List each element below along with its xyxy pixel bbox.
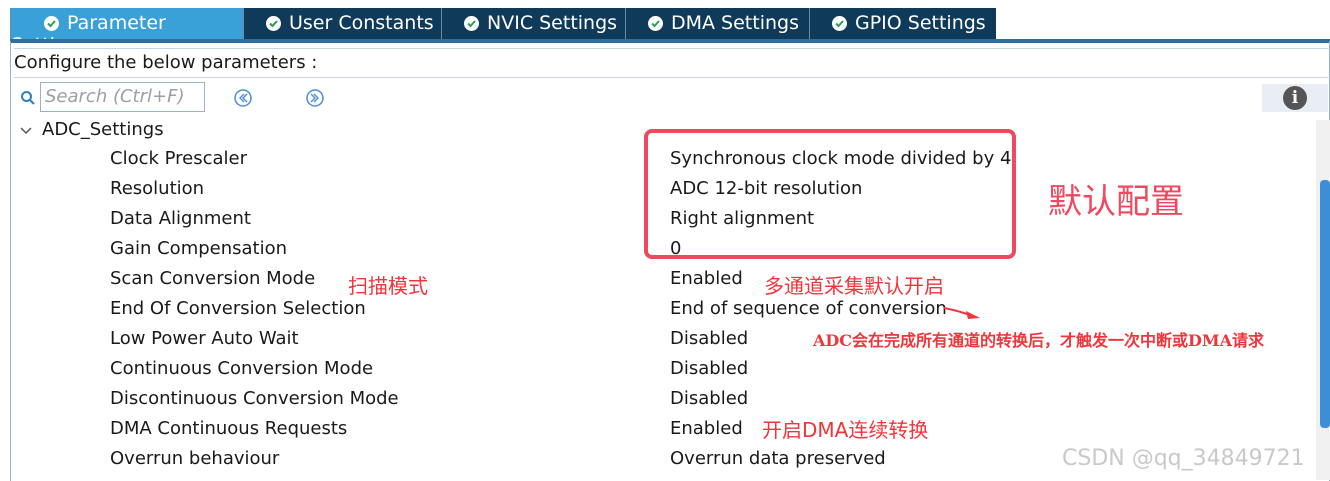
param-value[interactable]: Enabled bbox=[670, 264, 743, 294]
param-name: Discontinuous Conversion Mode bbox=[110, 388, 399, 409]
param-row[interactable]: Continuous Conversion Mode Disabled bbox=[0, 354, 1318, 384]
tab-label: DMA Settings bbox=[671, 12, 799, 34]
annotation-scan-mode: 扫描模式 bbox=[348, 274, 428, 298]
param-name: End Of Conversion Selection bbox=[110, 298, 366, 319]
annotation-default-config: 默认配置 bbox=[1048, 182, 1184, 222]
tab-label: GPIO Settings bbox=[855, 12, 986, 34]
annotation-eoc-note: ADC会在完成所有通道的转换后，才触发一次中断或DMA请求 bbox=[813, 331, 1265, 350]
chevron-down-icon bbox=[20, 119, 38, 143]
previous-match-icon[interactable] bbox=[233, 88, 253, 108]
tab-user-constants[interactable]: User Constants bbox=[243, 8, 441, 39]
param-name: Gain Compensation bbox=[110, 238, 288, 259]
param-name: Overrun behaviour bbox=[110, 448, 280, 469]
param-name: Scan Conversion Mode bbox=[110, 268, 316, 289]
search-icon[interactable] bbox=[20, 90, 36, 110]
param-row[interactable]: Discontinuous Conversion Mode Disabled bbox=[0, 384, 1318, 414]
check-icon bbox=[44, 16, 59, 31]
param-row[interactable]: End Of Conversion Selection End of sequen… bbox=[0, 294, 1318, 324]
param-name: Low Power Auto Wait bbox=[110, 328, 299, 349]
param-value[interactable]: Overrun data preserved bbox=[670, 444, 886, 474]
check-icon bbox=[464, 16, 479, 31]
param-value[interactable]: Disabled bbox=[670, 354, 748, 384]
tab-gpio-settings[interactable]: GPIO Settings bbox=[809, 8, 996, 39]
default-config-highlight bbox=[644, 129, 1016, 259]
tab-dma-settings[interactable]: DMA Settings bbox=[625, 8, 809, 39]
group-adc-settings[interactable]: ADC_Settings bbox=[20, 118, 164, 143]
param-name: Resolution bbox=[110, 178, 205, 199]
configure-header: Configure the below parameters : bbox=[14, 48, 1330, 78]
tab-label: User Constants bbox=[289, 12, 434, 34]
annotation-multi-channel: 多通道采集默认开启 bbox=[764, 274, 944, 298]
tab-label: NVIC Settings bbox=[487, 12, 618, 34]
annotation-dma-continuous: 开启DMA连续转换 bbox=[762, 418, 929, 442]
param-row[interactable]: DMA Continuous Requests Enabled bbox=[0, 414, 1318, 444]
param-value[interactable]: Disabled bbox=[670, 384, 748, 414]
check-icon bbox=[832, 16, 847, 31]
tab-nvic-settings[interactable]: NVIC Settings bbox=[441, 8, 625, 39]
search-input[interactable]: Search (Ctrl+F) bbox=[40, 82, 205, 112]
param-name: Continuous Conversion Mode bbox=[110, 358, 374, 379]
param-value[interactable]: Enabled bbox=[670, 414, 743, 444]
tab-bar: Parameter Settings User Constants NVIC S… bbox=[0, 0, 1330, 56]
scrollbar-thumb[interactable] bbox=[1320, 180, 1330, 428]
tab-parameter-settings[interactable]: Parameter Settings bbox=[10, 8, 243, 56]
info-icon: i bbox=[1283, 86, 1307, 110]
param-value[interactable]: Disabled bbox=[670, 324, 748, 354]
param-row[interactable]: Scan Conversion Mode Enabled bbox=[0, 264, 1318, 294]
arrow-icon bbox=[943, 307, 980, 319]
param-name: Clock Prescaler bbox=[110, 148, 248, 169]
group-label: ADC_Settings bbox=[42, 119, 164, 140]
watermark: CSDN @qq_34849721 bbox=[1062, 446, 1305, 471]
param-name: DMA Continuous Requests bbox=[110, 418, 348, 439]
check-icon bbox=[266, 16, 281, 31]
next-match-icon[interactable] bbox=[305, 88, 325, 108]
info-button[interactable]: i bbox=[1262, 84, 1328, 112]
check-icon bbox=[648, 16, 663, 31]
param-name: Data Alignment bbox=[110, 208, 251, 229]
